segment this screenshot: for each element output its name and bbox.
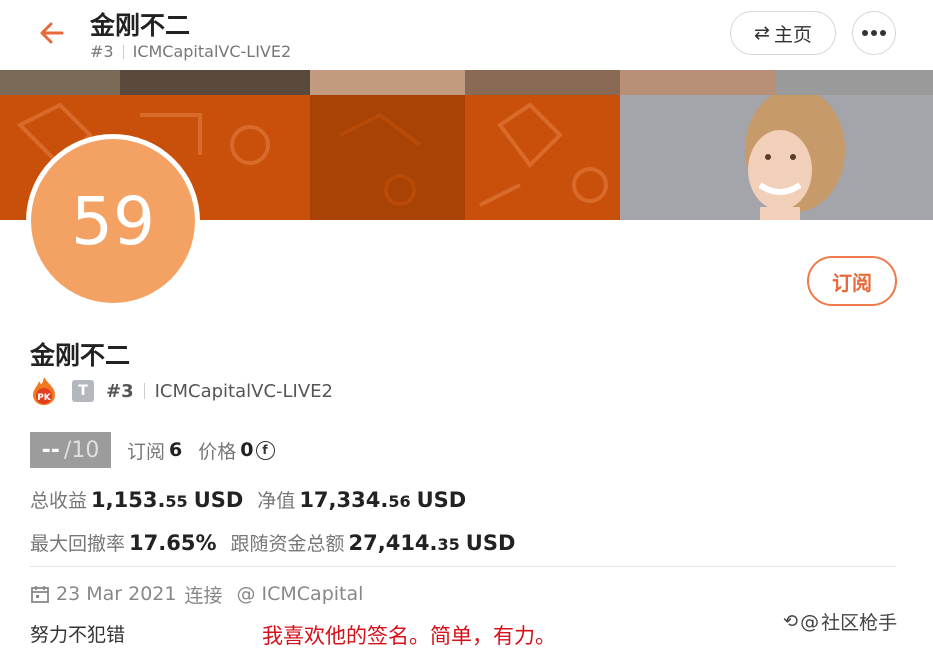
header-account: ICMCapitalVC-LIVE2: [132, 42, 292, 61]
score-denominator: /10: [63, 437, 100, 463]
subscribers-label: 订阅: [127, 440, 166, 463]
back-arrow-icon[interactable]: [36, 16, 70, 50]
section-divider: [30, 566, 896, 567]
score-value: --: [41, 437, 60, 463]
connection-meta: 23 Mar 2021 连接 @ ICMCapital: [30, 580, 363, 608]
score-badge: -- /10: [30, 432, 111, 468]
coin-icon: f: [255, 440, 275, 460]
subscribers-value: 6: [169, 439, 183, 461]
total-profit-decimals: 55: [165, 492, 188, 511]
price-value: 0: [240, 439, 254, 461]
follow-funds-main: 27,414.: [348, 531, 438, 555]
pk-label: PK: [37, 393, 52, 403]
net-value-main: 17,334.: [299, 488, 389, 512]
divider: [143, 383, 145, 399]
top-bar: 金刚不二 #3 ICMCapitalVC-LIVE2 ⇄ 主页: [0, 0, 933, 70]
score-row: -- /10 订阅 6 价格 0 f: [30, 432, 275, 468]
portrait-illustration: [745, 95, 845, 220]
at-symbol-icon: @: [800, 610, 820, 633]
connect-date: 23 Mar 2021: [56, 583, 177, 605]
header-subline: #3 ICMCapitalVC-LIVE2: [90, 42, 291, 61]
follow-funds-label: 跟随资金总额: [230, 533, 345, 555]
banner-portrait: [620, 95, 933, 220]
type-badge: T: [72, 380, 94, 402]
total-profit-main: 1,153.: [91, 488, 166, 512]
connect-label: 连接: [184, 584, 223, 607]
wechat-logo-icon: ⟲: [783, 611, 799, 632]
profit-row: 总收益 1,153. 55 USD 净值 17,334. 56 USD: [30, 486, 466, 516]
home-button-label: 主页: [773, 23, 812, 46]
more-button[interactable]: [852, 11, 896, 55]
subscribe-button[interactable]: 订阅: [807, 256, 897, 306]
more-dots-icon: [862, 30, 886, 36]
max-drawdown-value: 17.65%: [129, 531, 217, 555]
watermark-text: 社区枪手: [821, 612, 898, 634]
calendar-icon: [31, 586, 49, 603]
trader-badges: PK T #3 ICMCapitalVC-LIVE2: [30, 376, 333, 406]
home-button[interactable]: ⇄ 主页: [730, 11, 836, 55]
avatar: 59: [26, 134, 200, 308]
header-rank: #3: [90, 42, 114, 61]
trader-name: 金刚不二: [30, 341, 131, 370]
pk-fire-icon: PK: [33, 377, 55, 405]
total-profit-currency: USD: [193, 488, 244, 512]
trader-rank: #3: [106, 380, 134, 402]
avatar-number: 59: [31, 139, 195, 303]
total-profit-label: 总收益: [30, 490, 88, 512]
annotation-text: 我喜欢他的签名。简单，有力。: [262, 624, 556, 648]
net-value-label: 净值: [257, 490, 296, 512]
switch-icon: ⇄: [754, 22, 770, 44]
banner-photo-strip: [0, 70, 933, 95]
page-title: 金刚不二: [90, 11, 191, 40]
watermark: ⟲ @ 社区枪手: [783, 608, 897, 635]
max-drawdown-label: 最大回撤率: [30, 533, 126, 555]
follow-funds-decimals: 35: [437, 535, 460, 554]
net-value-currency: USD: [416, 488, 467, 512]
drawdown-row: 最大回撤率 17.65% 跟随资金总额 27,414. 35 USD: [30, 529, 515, 559]
divider: [122, 44, 124, 59]
trader-account: ICMCapitalVC-LIVE2: [154, 380, 333, 402]
signature: 努力不犯错: [30, 624, 126, 646]
net-value-decimals: 56: [388, 492, 411, 511]
broker-link[interactable]: @ ICMCapital: [236, 583, 363, 605]
follow-funds-currency: USD: [465, 531, 516, 555]
price-label: 价格: [198, 440, 237, 463]
